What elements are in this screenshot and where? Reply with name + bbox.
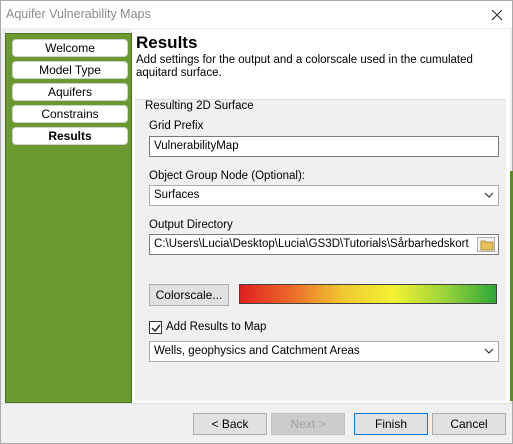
sidebar-item-aquifers[interactable]: Aquifers <box>12 83 128 101</box>
sidebar-item-model-type[interactable]: Model Type <box>12 61 128 79</box>
chevron-down-icon <box>484 192 494 198</box>
map-select-value: Wells, geophysics and Catchment Areas <box>154 345 360 357</box>
content-panel: Results Add settings for the output and … <box>132 29 510 403</box>
object-group-node-label: Object Group Node (Optional): <box>149 170 305 182</box>
next-button[interactable]: Next > <box>271 413 345 435</box>
group-label: Resulting 2D Surface <box>145 100 254 112</box>
object-group-node-value: Surfaces <box>154 189 200 201</box>
page-title: Results <box>136 33 198 52</box>
browse-folder-button[interactable] <box>477 237 495 252</box>
resulting-2d-surface-group: Resulting 2D Surface Grid Prefix Vulnera… <box>135 99 506 401</box>
footer-divider <box>1 403 512 404</box>
add-results-label[interactable]: Add Results to Map <box>166 321 266 333</box>
grid-prefix-input[interactable]: VulnerabilityMap <box>149 136 499 157</box>
output-directory-input[interactable]: C:\Users\Lucia\Desktop\Lucia\GS3D\Tutori… <box>149 234 499 255</box>
back-button[interactable]: < Back <box>193 413 267 435</box>
chevron-down-icon <box>484 348 494 354</box>
close-icon <box>491 9 503 20</box>
window-title: Aquifer Vulnerability Maps <box>6 7 151 21</box>
checkmark-icon <box>151 324 161 333</box>
object-group-node-select[interactable]: Surfaces <box>149 185 499 206</box>
wizard-window: Aquifer Vulnerability Maps Welcome Model… <box>0 0 513 444</box>
cancel-button[interactable]: Cancel <box>432 413 506 435</box>
folder-icon <box>480 240 494 251</box>
colorscale-preview[interactable] <box>239 284 497 304</box>
sidebar-item-results[interactable]: Results <box>12 127 128 145</box>
colorscale-button[interactable]: Colorscale... <box>149 284 229 306</box>
add-results-checkbox[interactable] <box>149 321 162 334</box>
page-description: Add settings for the output and a colors… <box>136 54 473 79</box>
wizard-sidebar: Welcome Model Type Aquifers Constrains R… <box>5 33 132 403</box>
sidebar-item-welcome[interactable]: Welcome <box>12 39 128 57</box>
sidebar-item-constrains[interactable]: Constrains <box>12 105 128 123</box>
close-button[interactable] <box>482 1 512 28</box>
title-bar: Aquifer Vulnerability Maps <box>1 1 512 28</box>
finish-button[interactable]: Finish <box>354 413 428 435</box>
output-directory-value: C:\Users\Lucia\Desktop\Lucia\GS3D\Tutori… <box>154 238 469 250</box>
map-select[interactable]: Wells, geophysics and Catchment Areas <box>149 341 499 362</box>
output-directory-label: Output Directory <box>149 219 233 231</box>
grid-prefix-label: Grid Prefix <box>149 120 204 132</box>
